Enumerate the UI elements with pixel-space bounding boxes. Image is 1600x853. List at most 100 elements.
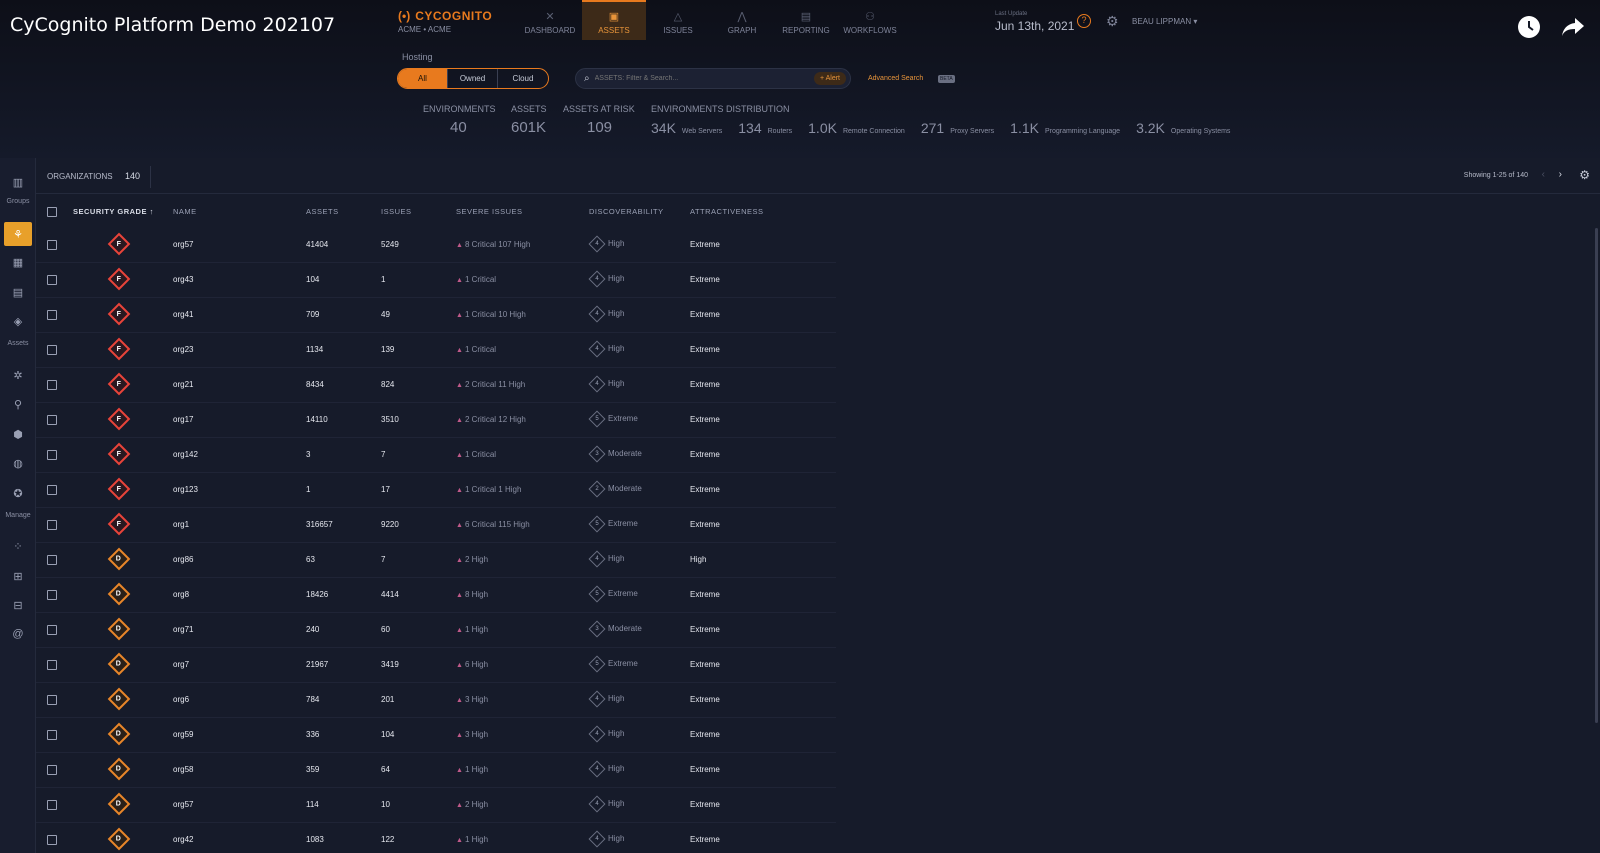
add-box-icon[interactable]: ⊞: [4, 564, 32, 588]
table-row[interactable]: Dorg71 240 60 ▲ 1 High 3 Moderate Extreme: [36, 613, 836, 648]
row-checkbox[interactable]: [47, 800, 57, 810]
table-row[interactable]: Dorg59 336 104 ▲ 3 High 4 High Extreme: [36, 718, 836, 753]
table-row[interactable]: Dorg6 784 201 ▲ 3 High 4 High Extreme: [36, 683, 836, 718]
settings-gear-icon[interactable]: ⚙: [1106, 13, 1119, 30]
certificate-icon[interactable]: ✪: [4, 481, 32, 505]
org-name[interactable]: org1: [173, 520, 189, 529]
table-row[interactable]: Forg23 1134 139 ▲ 1 Critical 4 High Extreme: [36, 333, 836, 368]
column-assets[interactable]: ASSETS: [306, 207, 339, 216]
row-checkbox[interactable]: [47, 240, 57, 250]
org-name[interactable]: org86: [173, 555, 193, 564]
hosting-all-button[interactable]: All: [398, 69, 448, 88]
at-sign-icon[interactable]: @: [4, 622, 32, 646]
table-row[interactable]: Forg142 3 7 ▲ 1 Critical 3 Moderate Extreme: [36, 438, 836, 473]
user-menu[interactable]: BEAU LIPPMAN ▾: [1132, 17, 1197, 26]
row-checkbox[interactable]: [47, 450, 57, 460]
table-row[interactable]: Forg57 41404 5249 ▲ 8 Critical 107 High 4 High…: [36, 228, 836, 263]
org-name[interactable]: org8: [173, 590, 189, 599]
row-checkbox[interactable]: [47, 345, 57, 355]
dist-label[interactable]: Operating Systems: [1171, 128, 1231, 135]
row-checkbox[interactable]: [47, 415, 57, 425]
table-row[interactable]: Forg41 709 49 ▲ 1 Critical 10 High 4 High Extre…: [36, 298, 836, 333]
table-row[interactable]: Dorg58 359 64 ▲ 1 High 4 High Extreme: [36, 753, 836, 788]
hosting-owned-button[interactable]: Owned: [448, 69, 498, 88]
hosting-cloud-button[interactable]: Cloud: [498, 69, 548, 88]
column-name[interactable]: NAME: [173, 207, 197, 216]
table-row[interactable]: Dorg7 21967 3419 ▲ 6 High 5 Extreme Extreme: [36, 648, 836, 683]
org-name[interactable]: org17: [173, 415, 193, 424]
org-name[interactable]: org58: [173, 765, 193, 774]
dist-label[interactable]: Remote Connection: [843, 128, 905, 135]
row-checkbox[interactable]: [47, 380, 57, 390]
org-name[interactable]: org6: [173, 695, 189, 704]
integrations-icon[interactable]: ⁘: [4, 534, 32, 558]
table-row[interactable]: Forg17 14110 3510 ▲ 2 Critical 12 High 5 Extre…: [36, 403, 836, 438]
table-row[interactable]: Dorg86 63 7 ▲ 2 High 4 High High: [36, 543, 836, 578]
chevron-right-icon[interactable]: ›: [1559, 169, 1562, 180]
row-checkbox[interactable]: [47, 555, 57, 565]
row-checkbox[interactable]: [47, 730, 57, 740]
row-checkbox[interactable]: [47, 835, 57, 845]
select-all-checkbox[interactable]: [47, 207, 57, 217]
org-name[interactable]: org142: [173, 450, 198, 459]
add-alert-button[interactable]: + Alert: [813, 72, 846, 85]
org-name[interactable]: org123: [173, 485, 198, 494]
row-checkbox[interactable]: [47, 660, 57, 670]
nav-graph[interactable]: ⋀ GRAPH: [710, 0, 774, 40]
nav-reporting[interactable]: ▤ REPORTING: [774, 0, 838, 40]
nav-dashboard[interactable]: ✕ DASHBOARD: [518, 0, 582, 40]
table-row[interactable]: Dorg57 114 10 ▲ 2 High 4 High Extreme: [36, 788, 836, 823]
row-checkbox[interactable]: [47, 765, 57, 775]
org-name[interactable]: org57: [173, 240, 193, 249]
network-icon[interactable]: ✲: [4, 363, 32, 387]
row-checkbox[interactable]: [47, 520, 57, 530]
watch-later-clock-icon[interactable]: [1516, 14, 1542, 40]
nav-assets[interactable]: ▣ ASSETS: [582, 0, 646, 40]
dist-label[interactable]: Proxy Servers: [950, 128, 994, 135]
layers-icon[interactable]: ◈: [4, 309, 32, 333]
column-severe-issues[interactable]: SEVERE ISSUES: [456, 207, 523, 216]
share-arrow-icon[interactable]: [1560, 14, 1586, 40]
globe-icon[interactable]: ◍: [4, 451, 32, 475]
dashboard-grid-icon[interactable]: ▦: [4, 250, 32, 274]
chevron-left-icon[interactable]: ‹: [1542, 169, 1545, 180]
row-checkbox[interactable]: [47, 695, 57, 705]
org-name[interactable]: org57: [173, 800, 193, 809]
table-settings-gear-icon[interactable]: ⚙: [1579, 168, 1590, 182]
org-name[interactable]: org71: [173, 625, 193, 634]
org-name[interactable]: org23: [173, 345, 193, 354]
table-row[interactable]: Dorg42 1083 122 ▲ 1 High 4 High Extreme: [36, 823, 836, 853]
dist-label[interactable]: Routers: [768, 128, 793, 135]
advanced-search-link[interactable]: Advanced Search: [868, 75, 923, 82]
video-title[interactable]: CyCognito Platform Demo 202107: [10, 14, 335, 36]
org-name[interactable]: org21: [173, 380, 193, 389]
table-row[interactable]: Dorg8 18426 4414 ▲ 8 High 5 Extreme Extreme: [36, 578, 836, 613]
vertical-scrollbar[interactable]: [1595, 228, 1598, 723]
row-checkbox[interactable]: [47, 275, 57, 285]
column-security-grade[interactable]: SECURITY GRADE ↑: [73, 207, 154, 216]
row-checkbox[interactable]: [47, 310, 57, 320]
org-name[interactable]: org43: [173, 275, 193, 284]
nav-workflows[interactable]: ⚇ WORKFLOWS: [838, 0, 902, 40]
search-input[interactable]: [594, 75, 795, 82]
groups-chart-icon[interactable]: ▥: [4, 170, 32, 194]
org-name[interactable]: org59: [173, 730, 193, 739]
row-checkbox[interactable]: [47, 590, 57, 600]
location-pin-icon[interactable]: ⚲: [4, 392, 32, 416]
organizations-icon[interactable]: ⚘: [4, 222, 32, 246]
dist-label[interactable]: Web Servers: [682, 128, 722, 135]
column-discoverability[interactable]: DISCOVERABILITY: [589, 207, 664, 216]
remove-box-icon[interactable]: ⊟: [4, 593, 32, 617]
column-attractiveness[interactable]: ATTRACTIVENESS: [690, 207, 764, 216]
org-name[interactable]: org41: [173, 310, 193, 319]
table-row[interactable]: Forg43 104 1 ▲ 1 Critical 4 High Extreme: [36, 263, 836, 298]
table-row[interactable]: Forg21 8434 824 ▲ 2 Critical 11 High 4 High Ext…: [36, 368, 836, 403]
org-name[interactable]: org42: [173, 835, 193, 844]
row-checkbox[interactable]: [47, 485, 57, 495]
org-name[interactable]: org7: [173, 660, 189, 669]
shield-icon[interactable]: ⬢: [4, 422, 32, 446]
table-row[interactable]: Forg123 1 17 ▲ 1 Critical 1 High 2 Moderate Ext…: [36, 473, 836, 508]
buildings-icon[interactable]: ▤: [4, 280, 32, 304]
brand[interactable]: (•) CYCOGNITO: [398, 9, 492, 23]
column-issues[interactable]: ISSUES: [381, 207, 412, 216]
